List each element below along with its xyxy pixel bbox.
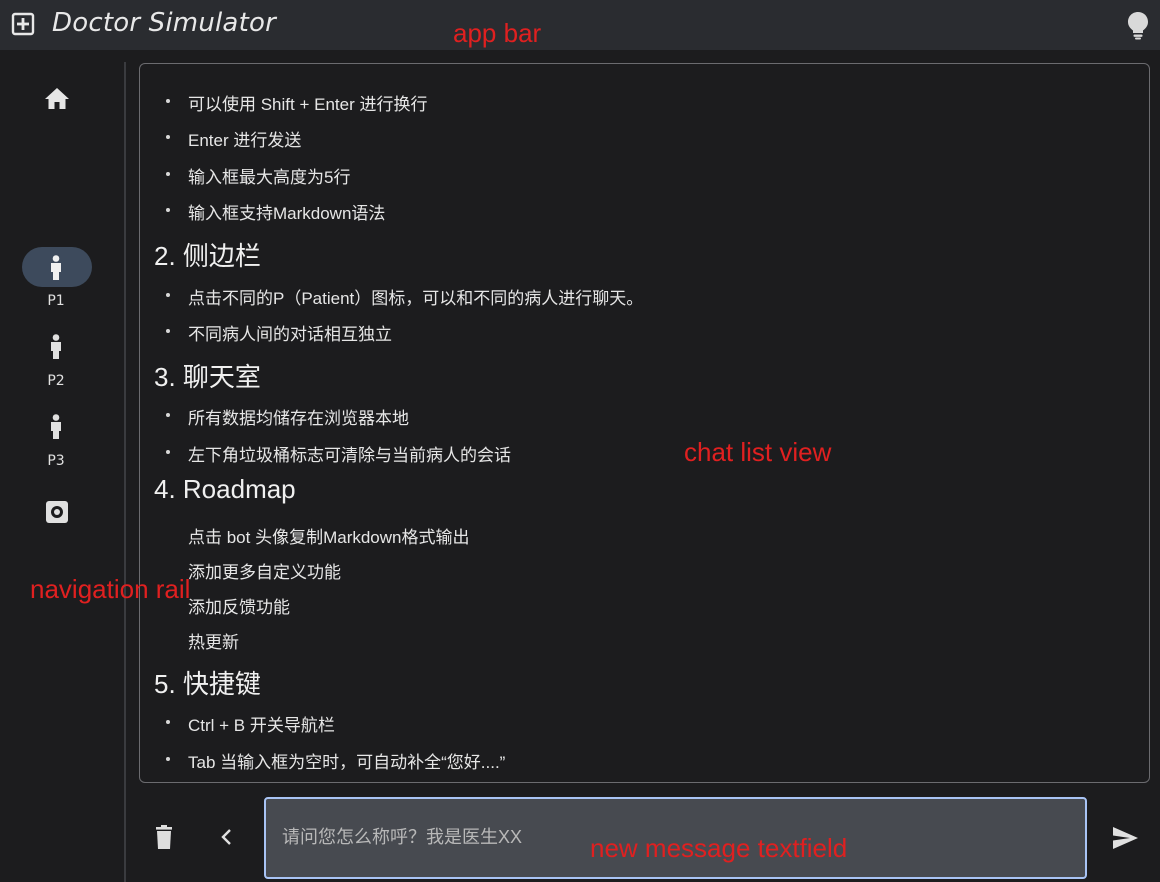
- bullet: [166, 135, 170, 139]
- bullet: [166, 450, 170, 454]
- person-icon: [51, 255, 61, 280]
- send-icon[interactable]: [1111, 824, 1139, 852]
- bullet: [166, 720, 170, 724]
- person-icon[interactable]: [49, 414, 63, 440]
- bullet: [166, 757, 170, 761]
- chat-list-view[interactable]: 可以使用 Shift + Enter 进行换行 Enter 进行发送 输入框最大…: [139, 63, 1150, 783]
- bullet: [166, 413, 170, 417]
- rail-label-p2: P2: [47, 373, 65, 389]
- heading-shortcuts: 5. 快捷键: [154, 669, 261, 699]
- chevron-left-icon[interactable]: [213, 823, 241, 851]
- list-item: 点击 bot 头像复制Markdown格式输出: [188, 528, 470, 547]
- list-item: Ctrl + B 开关导航栏: [188, 716, 335, 735]
- annotation-app-bar: app bar: [453, 18, 542, 48]
- annotation-chat-list: chat list view: [684, 437, 832, 467]
- list-item: 可以使用 Shift + Enter 进行换行: [188, 95, 428, 114]
- list-item: 输入框支持Markdown语法: [188, 204, 386, 223]
- list-item: 添加反馈功能: [188, 598, 290, 617]
- bullet: [166, 329, 170, 333]
- bullet: [166, 208, 170, 212]
- annotation-textfield: new message textfield: [590, 833, 848, 863]
- list-item: 不同病人间的对话相互独立: [188, 325, 392, 344]
- list-item: 点击不同的P（Patient）图标，可以和不同的病人进行聊天。: [188, 289, 644, 308]
- list-item: Enter 进行发送: [188, 131, 302, 150]
- heading-roadmap: 4. Roadmap: [154, 474, 296, 504]
- annotation-nav-rail: navigation rail: [30, 574, 191, 604]
- bullet: [166, 293, 170, 297]
- bullet: [166, 99, 170, 103]
- rail-label-p3: P3: [47, 453, 65, 469]
- trash-icon[interactable]: [150, 823, 178, 851]
- person-icon[interactable]: [49, 334, 63, 360]
- list-item: 输入框最大高度为5行: [188, 168, 351, 187]
- list-item: 左下角垃圾桶标志可清除与当前病人的会话: [188, 446, 511, 465]
- rail-divider: [124, 62, 126, 882]
- lightbulb-icon[interactable]: [1124, 10, 1152, 40]
- add-box-icon[interactable]: [11, 12, 35, 36]
- settings-icon[interactable]: [44, 499, 70, 525]
- home-icon[interactable]: [44, 86, 70, 110]
- bullet: [166, 172, 170, 176]
- heading-sidebar: 2. 侧边栏: [154, 241, 261, 271]
- list-item: 热更新: [188, 633, 239, 652]
- rail-label-p1: P1: [47, 293, 65, 309]
- navigation-rail: P1 P2 P3: [0, 50, 124, 882]
- list-item: 所有数据均储存在浏览器本地: [188, 409, 409, 428]
- app-title: Doctor Simulator: [52, 8, 276, 38]
- heading-chatroom: 3. 聊天室: [154, 362, 261, 392]
- list-item: Tab 当输入框为空时，可自动补全“您好....”: [188, 753, 506, 772]
- list-item: 添加更多自定义功能: [188, 563, 341, 582]
- app-bar: Doctor Simulator: [0, 0, 1160, 50]
